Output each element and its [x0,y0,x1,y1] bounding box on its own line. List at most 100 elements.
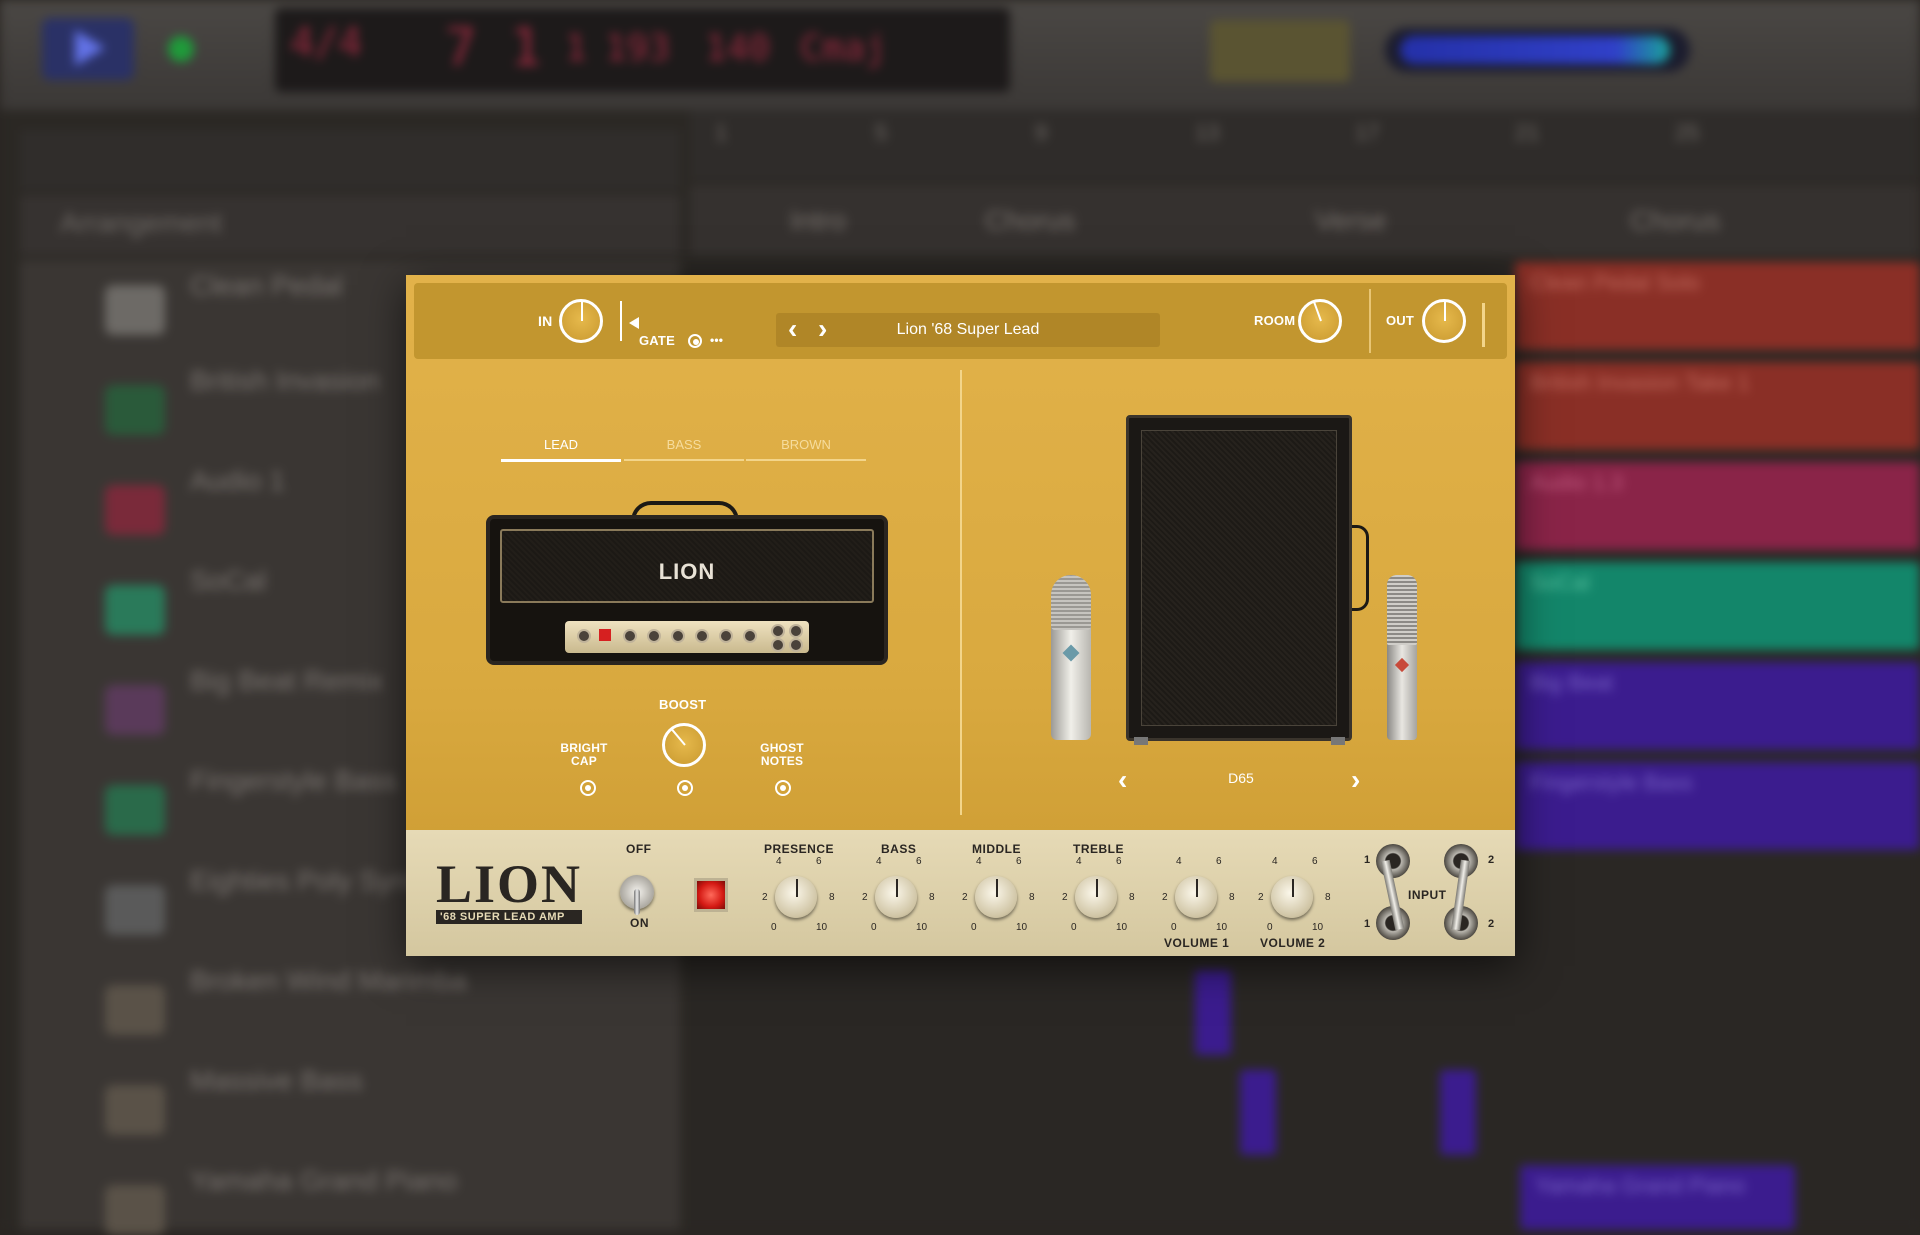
tab-lead[interactable]: LEAD [501,437,621,452]
marker-verse[interactable]: Verse [1315,205,1387,237]
tab-bass-indicator [624,459,744,461]
lcd-division: 1 [565,28,587,69]
lcd-mode-button[interactable] [1210,20,1350,82]
scale-10: 10 [1312,922,1324,933]
mic-badge [1062,644,1080,662]
volume-1-knob[interactable] [1175,876,1217,918]
output-knob[interactable] [1422,299,1466,343]
knob-label: VOLUME 2 [1260,936,1326,950]
cabinet-next-button[interactable]: › [1351,766,1360,794]
knob-label: BASS [881,842,917,856]
track-name[interactable]: Massive Bass [190,1065,363,1097]
boost-knob[interactable] [662,723,706,767]
scale-10: 10 [816,922,828,933]
cabinet-grill [1141,430,1337,726]
marker-chorus[interactable]: Chorus [985,205,1075,237]
track-name[interactable]: Broken Wind Marimba [190,965,467,997]
cabinet-prev-button[interactable]: ‹ [1118,766,1127,794]
ruler-tick: 13 [1195,120,1220,145]
track-icon [105,585,165,635]
track-name[interactable]: Audio 1 [190,465,285,497]
amp-panel-knob [671,629,685,643]
ruler-tick: 21 [1515,120,1540,145]
amp-panel-jack [789,638,803,652]
track-name[interactable]: Eighties Poly Synth [190,865,431,897]
track-icon [105,485,165,535]
scale-10: 10 [1116,922,1128,933]
scale-8: 8 [1129,892,1135,903]
room-knob[interactable] [1298,299,1342,343]
middle-knob[interactable] [975,876,1017,918]
track-icon [105,785,165,835]
boost-label: BOOST [659,697,707,712]
knob-label: VOLUME 1 [1164,936,1230,950]
region[interactable]: Yamaha Grand Piano [1520,1165,1795,1230]
track-header-toolbar [20,130,680,190]
track-name[interactable]: Clean Pedal [190,270,343,302]
ribbon-mic[interactable] [1387,575,1417,740]
scale-4: 4 [876,856,882,867]
jack-2-low-label: 2 [1488,918,1495,930]
bass-knob[interactable] [875,876,917,918]
record-icon[interactable] [168,36,194,62]
volume-2-knob[interactable] [1271,876,1313,918]
track-name[interactable]: Big Beat Remix [190,665,383,697]
scale-2: 2 [1162,892,1168,903]
scale-0: 0 [1071,922,1077,933]
gate-more-button[interactable]: ••• [710,333,723,347]
tab-brown[interactable]: BROWN [746,437,866,452]
power-off-label: OFF [626,842,652,856]
region[interactable]: Clean Pedal Solo [1515,262,1920,350]
panel-logo-subtitle: '68 SUPER LEAD AMP [436,910,583,924]
boost-toggle[interactable] [677,780,693,796]
out-label: OUT [1386,313,1415,328]
scale-6: 6 [1116,856,1122,867]
cabinet-handle [1352,525,1369,611]
track-name[interactable]: Fingerstyle Bass [190,765,397,797]
input-knob[interactable] [559,299,603,343]
gate-threshold-handle[interactable] [629,317,639,329]
scale-6: 6 [1312,856,1318,867]
track-icon [105,1085,165,1135]
track-name[interactable]: SoCal [190,565,266,597]
amp-panel-jack [771,638,785,652]
region-name: Fingerstyle Bass [1530,770,1693,795]
region-name: SoCal [1530,570,1590,595]
lcd-tempo: 140 [705,28,771,69]
scale-4: 4 [1076,856,1082,867]
ghost-notes-toggle[interactable] [775,780,791,796]
region[interactable] [1240,1070,1276,1155]
ruler-tick: 25 [1675,120,1700,145]
region[interactable]: British Invasion Take 1 [1515,362,1920,450]
knob-label: MIDDLE [972,842,1021,856]
preset-selector[interactable]: ‹ › Lion '68 Super Lead [776,313,1160,347]
region[interactable]: SoCal [1515,562,1920,650]
arrangement-header: Arrangement [20,195,680,255]
bright-cap-label: BRIGHT CAP [560,741,608,768]
scale-6: 6 [916,856,922,867]
marker-intro[interactable]: Intro [790,205,846,237]
preset-name: Lion '68 Super Lead [896,321,1040,338]
region-name: Yamaha Grand Piano [1535,1173,1745,1198]
panel-logo-text: LION [436,854,583,914]
marker-chorus-2[interactable]: Chorus [1630,205,1720,237]
track-icon [105,985,165,1035]
condenser-mic[interactable] [1051,575,1091,740]
region[interactable]: Audio 1.3 [1515,462,1920,550]
region[interactable] [1195,970,1231,1055]
track-name[interactable]: Yamaha Grand Piano [190,1165,457,1197]
gate-toggle[interactable] [688,334,702,348]
track-name[interactable]: British Invasion [190,365,380,397]
tab-bass[interactable]: BASS [624,437,744,452]
region[interactable]: Big Beat [1515,662,1920,750]
timeline-ruler[interactable]: 1 5 9 13 17 21 25 [690,110,1920,180]
amp-panel-jack [789,624,803,638]
power-switch[interactable] [620,875,654,915]
treble-knob[interactable] [1075,876,1117,918]
presence-knob[interactable] [775,876,817,918]
scale-0: 0 [971,922,977,933]
bright-cap-toggle[interactable] [580,780,596,796]
region[interactable]: Fingerstyle Bass [1515,762,1920,850]
region[interactable] [1440,1070,1476,1155]
amp-panel-jack [771,624,785,638]
